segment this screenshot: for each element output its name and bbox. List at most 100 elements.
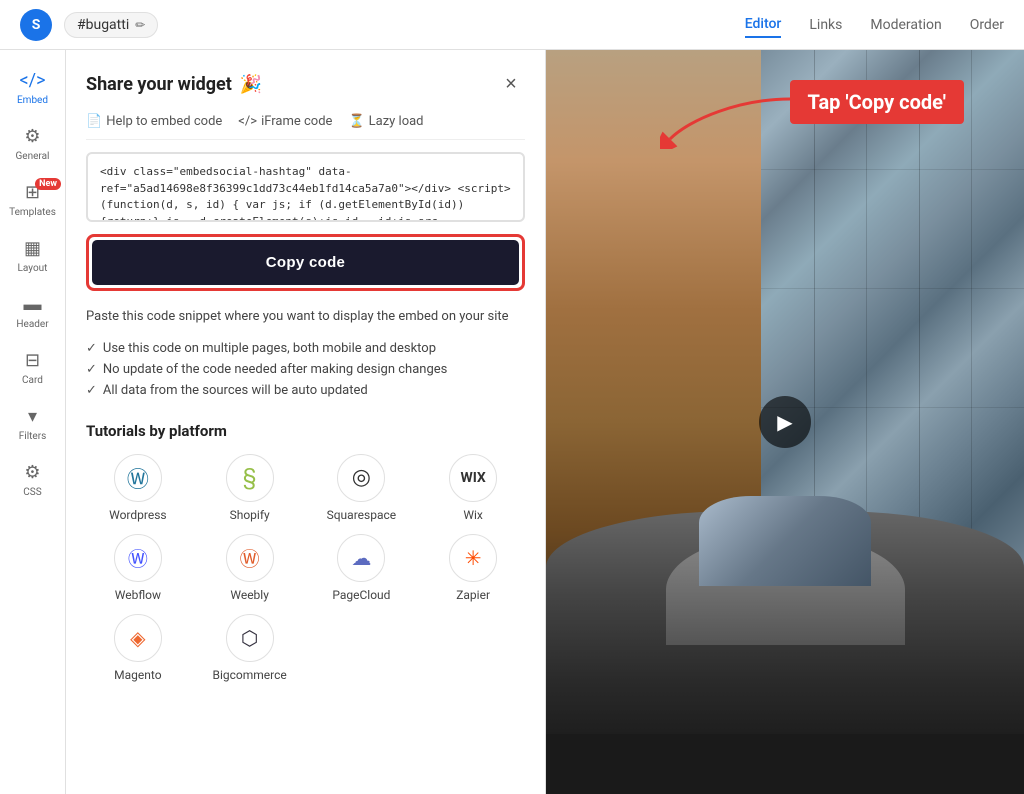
platform-label: Squarespace — [327, 508, 397, 522]
platform-bigcommerce[interactable]: ⬡ Bigcommerce — [198, 614, 302, 682]
sidebar-item-embed[interactable]: </> Embed — [0, 60, 65, 116]
magento-icon: ◈ — [114, 614, 162, 662]
check-icon: ✓ — [86, 383, 97, 398]
panel-header: Share your widget 🎉 × — [86, 70, 525, 98]
ground — [546, 734, 1024, 794]
panel-title: Share your widget 🎉 — [86, 74, 262, 95]
code-snippet: <div class="embedsocial-hashtag" data-re… — [86, 152, 525, 222]
sidebar-item-label: Layout — [18, 263, 48, 274]
platform-label: PageCloud — [332, 588, 390, 602]
platform-label: Weebly — [230, 588, 269, 602]
platform-wordpress[interactable]: Ⓦ Wordpress — [86, 454, 190, 522]
copy-button-wrapper: Copy code — [86, 234, 525, 291]
sidebar-item-label: Templates — [9, 207, 56, 218]
car-scene: ▶ Tap 'Copy code' — [546, 50, 1024, 794]
edit-icon[interactable]: ✏ — [135, 18, 145, 32]
sidebar-item-filters[interactable]: ▾ Filters — [0, 396, 65, 452]
tutorials-title: Tutorials by platform — [86, 422, 525, 440]
css-icon: ⚙ — [24, 462, 40, 483]
lazy-load-tab[interactable]: ⏳ Lazy load — [348, 114, 423, 129]
pagecloud-icon: ☁ — [337, 534, 385, 582]
gear-icon: ⚙ — [24, 126, 40, 147]
platform-label: Wix — [463, 508, 483, 522]
sidebar-item-css[interactable]: ⚙ CSS — [0, 452, 65, 508]
platform-magento[interactable]: ◈ Magento — [86, 614, 190, 682]
platform-squarespace[interactable]: ◎ Squarespace — [310, 454, 414, 522]
wix-icon: WIX — [449, 454, 497, 502]
share-widget-panel: Share your widget 🎉 × 📄 Help to embed co… — [66, 50, 546, 794]
platform-label: Bigcommerce — [212, 668, 286, 682]
hashtag-pill[interactable]: #bugatti ✏ — [64, 12, 158, 38]
platform-weebly[interactable]: Ⓦ Weebly — [198, 534, 302, 602]
squarespace-icon: ◎ — [337, 454, 385, 502]
new-badge: New — [35, 178, 61, 190]
platform-label: Webflow — [115, 588, 161, 602]
sidebar-item-label: Embed — [17, 95, 48, 106]
bigcommerce-icon: ⬡ — [226, 614, 274, 662]
weebly-icon: Ⓦ — [226, 534, 274, 582]
feature-item: ✓ No update of the code needed after mak… — [86, 362, 525, 377]
platform-grid: Ⓦ Wordpress § Shopify ◎ Squarespace WIX … — [86, 454, 525, 682]
annotation-label: Tap 'Copy code' — [790, 80, 964, 124]
sidebar-item-card[interactable]: ⊟ Card — [0, 340, 65, 396]
sidebar-item-label: General — [15, 151, 49, 162]
sidebar-item-layout[interactable]: ▦ Layout — [0, 228, 65, 284]
nav-links[interactable]: Links — [809, 13, 842, 37]
sidebar-item-general[interactable]: ⚙ General — [0, 116, 65, 172]
annotation-arrow — [660, 89, 800, 149]
party-emoji: 🎉 — [240, 74, 262, 95]
nav-moderation[interactable]: Moderation — [870, 13, 941, 37]
shopify-icon: § — [226, 454, 274, 502]
paste-info-text: Paste this code snippet where you want t… — [86, 307, 525, 327]
copy-code-button[interactable]: Copy code — [92, 240, 519, 285]
filter-icon: ▾ — [28, 406, 37, 427]
nav-editor[interactable]: Editor — [745, 12, 782, 38]
sidebar-item-label: CSS — [23, 487, 41, 498]
wordpress-icon: Ⓦ — [114, 454, 162, 502]
nav-order[interactable]: Order — [970, 13, 1004, 37]
platform-label: Zapier — [456, 588, 490, 602]
features-list: ✓ Use this code on multiple pages, both … — [86, 341, 525, 398]
timer-icon: ⏳ — [348, 114, 364, 129]
iframe-tab[interactable]: </> iFrame code — [238, 114, 332, 129]
app-logo: S — [20, 9, 52, 41]
card-icon: ⊟ — [25, 350, 40, 371]
nav-right: Editor Links Moderation Order — [745, 12, 1004, 38]
car-windshield — [699, 496, 871, 585]
platform-label: Shopify — [230, 508, 270, 522]
feature-item: ✓ Use this code on multiple pages, both … — [86, 341, 525, 356]
platform-pagecloud[interactable]: ☁ PageCloud — [310, 534, 414, 602]
platform-label: Magento — [114, 668, 161, 682]
sidebar-item-label: Header — [16, 319, 48, 330]
header-icon: ▬ — [24, 294, 42, 315]
check-icon: ✓ — [86, 362, 97, 377]
annotation-container: Tap 'Copy code' — [790, 80, 964, 124]
layout-icon: ▦ — [24, 238, 41, 259]
webflow-icon: Ⓦ — [114, 534, 162, 582]
doc-icon: 📄 — [86, 114, 102, 129]
preview-area: ▶ Tap 'Copy code' — [546, 50, 1024, 794]
left-sidebar: </> Embed ⚙ General New ⊞ Templates ▦ La… — [0, 50, 66, 794]
code-icon: </> — [238, 114, 257, 129]
code-tabs: 📄 Help to embed code </> iFrame code ⏳ L… — [86, 114, 525, 140]
preview-content: ▶ Tap 'Copy code' — [546, 50, 1024, 794]
platform-zapier[interactable]: ✳ Zapier — [421, 534, 525, 602]
sidebar-item-label: Filters — [19, 431, 47, 442]
platform-wix[interactable]: WIX Wix — [421, 454, 525, 522]
main-layout: </> Embed ⚙ General New ⊞ Templates ▦ La… — [0, 50, 1024, 794]
sidebar-item-label: Card — [22, 375, 43, 386]
play-button[interactable]: ▶ — [759, 396, 811, 448]
zapier-icon: ✳ — [449, 534, 497, 582]
check-icon: ✓ — [86, 341, 97, 356]
sidebar-item-templates[interactable]: New ⊞ Templates — [0, 172, 65, 228]
platform-webflow[interactable]: Ⓦ Webflow — [86, 534, 190, 602]
feature-item: ✓ All data from the sources will be auto… — [86, 383, 525, 398]
embed-icon: </> — [20, 70, 46, 91]
sidebar-item-header[interactable]: ▬ Header — [0, 284, 65, 340]
platform-shopify[interactable]: § Shopify — [198, 454, 302, 522]
hashtag-text: #bugatti — [77, 17, 129, 33]
platform-label: Wordpress — [109, 508, 166, 522]
close-button[interactable]: × — [497, 70, 525, 98]
help-embed-tab[interactable]: 📄 Help to embed code — [86, 114, 222, 129]
top-nav: S #bugatti ✏ Editor Links Moderation Ord… — [0, 0, 1024, 50]
